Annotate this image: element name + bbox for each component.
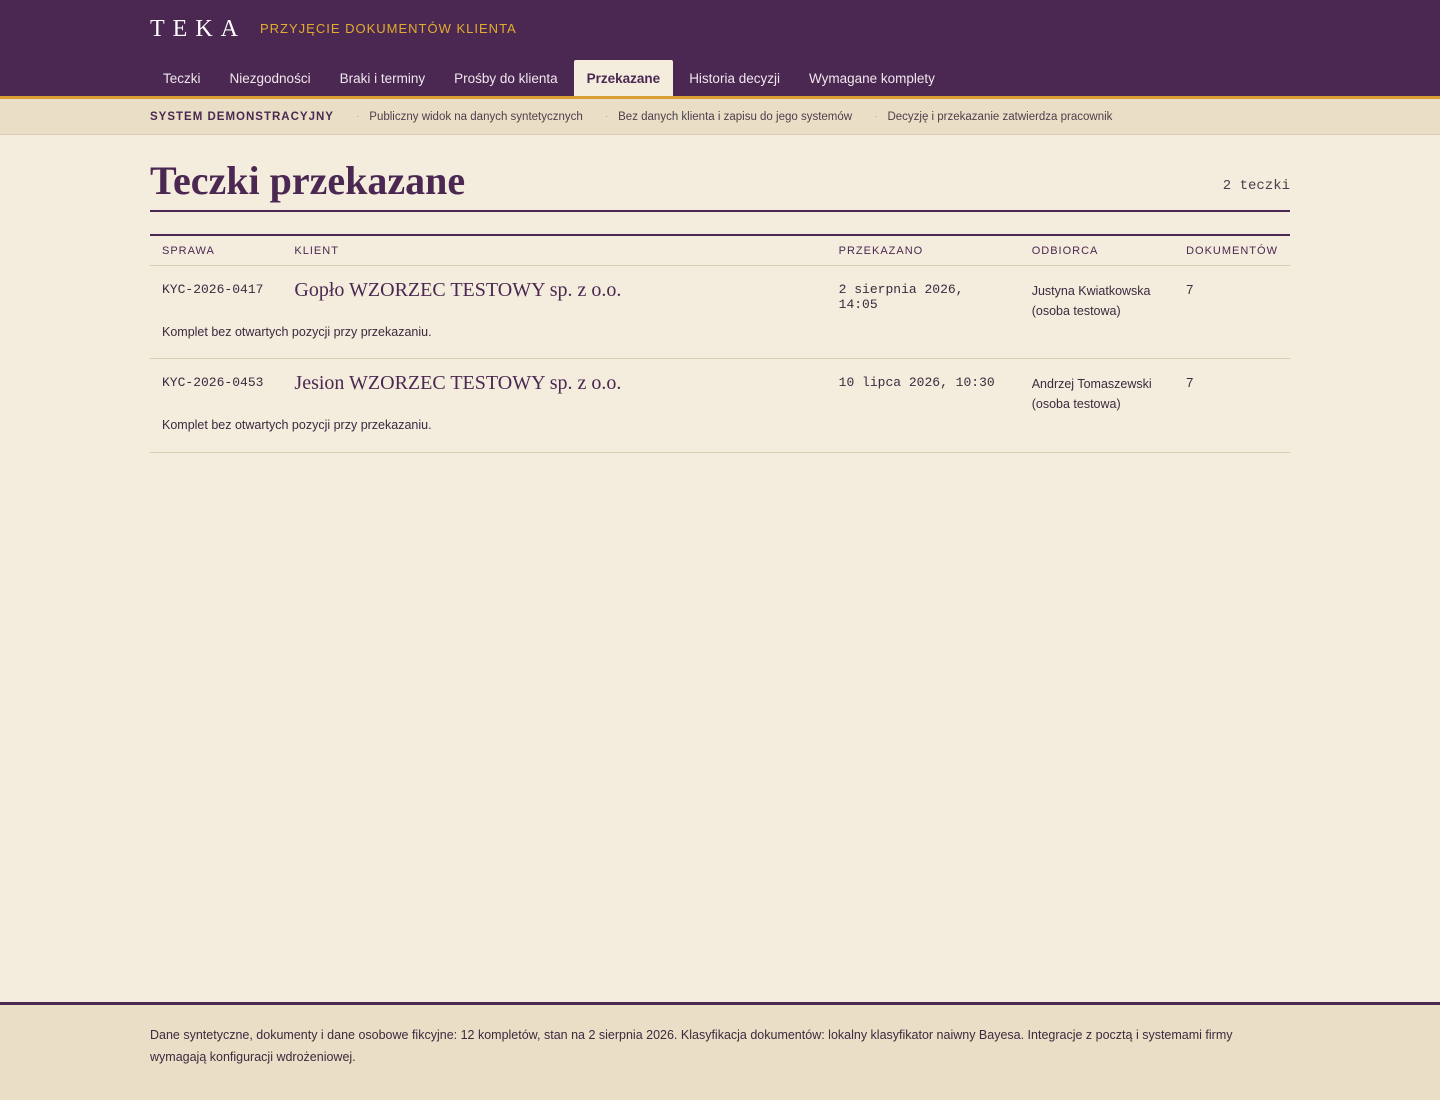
demo-item: · Publiczny widok na danych syntetycznyc…	[356, 111, 583, 123]
case-id[interactable]: KYC-2026-0453	[162, 373, 263, 390]
table-header-row: SPRAWA KLIENT PRZEKAZANO ODBIORCA DOKUME…	[150, 235, 1290, 266]
table-row[interactable]: KYC-2026-0417 Gopło WZORZEC TESTOWY sp. …	[150, 265, 1290, 321]
row-note: Komplet bez otwartych pozycji przy przek…	[150, 320, 1290, 359]
client-name-link[interactable]: Gopło WZORZEC TESTOWY sp. z o.o.	[294, 279, 621, 301]
tab-teczki[interactable]: Teczki	[150, 60, 214, 96]
transferred-date: 2 sierpnia 2026, 14:05	[838, 281, 964, 312]
document-count: 7	[1186, 281, 1194, 297]
column-header-sprawa[interactable]: SPRAWA	[150, 235, 283, 266]
page-footer: Dane syntetyczne, dokumenty i dane osobo…	[0, 1002, 1440, 1100]
row-note: Komplet bez otwartych pozycji przy przek…	[150, 414, 1290, 453]
app-subtitle: PRZYJĘCIE DOKUMENTÓW KLIENTA	[259, 21, 517, 36]
demo-item-text: Publiczny widok na danych syntetycznych	[369, 110, 583, 123]
tab-braki-i-terminy[interactable]: Braki i terminy	[327, 60, 439, 96]
tab-historia-decyzji[interactable]: Historia decyzji	[676, 60, 793, 96]
table-row[interactable]: KYC-2026-0453 Jesion WZORZEC TESTOWY sp.…	[150, 359, 1290, 415]
case-id[interactable]: KYC-2026-0417	[162, 280, 263, 297]
client-name-link[interactable]: Jesion WZORZEC TESTOWY sp. z o.o.	[294, 372, 621, 394]
column-header-klient[interactable]: KLIENT	[282, 235, 827, 266]
tab-wymagane-komplety[interactable]: Wymagane komplety	[796, 60, 948, 96]
folder-count: 2 teczki	[1222, 178, 1290, 194]
recipient-note: (osoba testowa)	[1031, 397, 1121, 411]
bullet-icon: ·	[355, 111, 360, 122]
recipient-name: Justyna Kwiatkowska	[1031, 283, 1151, 298]
page-title: Teczki przekazane	[150, 158, 466, 203]
transferred-date: 10 lipca 2026, 10:30	[838, 375, 995, 390]
demo-item-text: Decyzję i przekazanie zatwierdza pracown…	[887, 110, 1113, 123]
app-logo[interactable]: TEKA	[150, 16, 246, 43]
table-row-note: Komplet bez otwartych pozycji przy przek…	[150, 414, 1290, 453]
main-nav: Teczki Niezgodności Braki i terminy Proś…	[150, 60, 951, 96]
column-header-przekazano[interactable]: PRZEKAZANO	[826, 235, 1020, 266]
bullet-icon: ·	[874, 111, 878, 122]
document-count: 7	[1186, 375, 1194, 390]
recipient-name: Andrzej Tomaszewski	[1031, 377, 1152, 391]
bullet-icon: ·	[604, 111, 609, 122]
demo-item: · Decyzję i przekazanie zatwierdza praco…	[874, 111, 1112, 123]
tab-prosby-do-klienta[interactable]: Prośby do klienta	[441, 60, 571, 96]
column-header-dokumentow[interactable]: DOKUMENTÓW	[1174, 235, 1290, 266]
tab-przekazane[interactable]: Przekazane	[573, 60, 674, 96]
brand: TEKA PRZYJĘCIE DOKUMENTÓW KLIENTA	[150, 16, 517, 43]
tab-niezgodnosci[interactable]: Niezgodności	[217, 60, 324, 96]
table-row-note: Komplet bez otwartych pozycji przy przek…	[150, 320, 1290, 359]
column-header-odbiorca[interactable]: ODBIORCA	[1019, 235, 1175, 266]
demo-item-text: Bez danych klienta i zapisu do jego syst…	[618, 110, 853, 123]
demo-item: · Bez danych klienta i zapisu do jego sy…	[605, 111, 852, 123]
title-row: Teczki przekazane 2 teczki	[150, 159, 1290, 212]
main-content: Teczki przekazane 2 teczki SPRAWA KLIENT…	[150, 135, 1290, 453]
transferred-table: SPRAWA KLIENT PRZEKAZANO ODBIORCA DOKUME…	[150, 234, 1290, 453]
app-header: TEKA PRZYJĘCIE DOKUMENTÓW KLIENTA Teczki…	[0, 0, 1440, 96]
footer-text: Dane syntetyczne, dokumenty i dane osobo…	[150, 1028, 1233, 1064]
demo-strip: SYSTEM DEMONSTRACYJNY · Publiczny widok …	[0, 99, 1440, 135]
recipient-note: (osoba testowa)	[1031, 303, 1121, 318]
demo-label: SYSTEM DEMONSTRACYJNY	[150, 110, 334, 123]
